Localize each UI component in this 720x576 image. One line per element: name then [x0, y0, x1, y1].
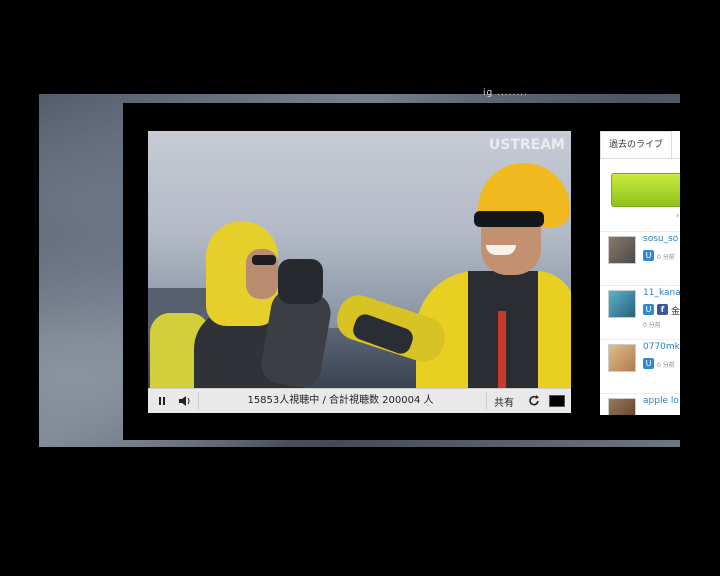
facebook-icon: f [657, 304, 668, 315]
user-name[interactable]: sosu_so [643, 234, 678, 244]
button-caption: › [676, 211, 680, 220]
sidebar: 過去のライブ › sosu_so U 0 分前 11_kana U f 金 0 … [600, 131, 680, 415]
ustream-badge-icon: U [643, 358, 654, 369]
tab-divider [600, 158, 680, 159]
avatar[interactable] [608, 236, 636, 264]
player-controls: 15853人視聴中 / 合計視聴数 200004 人 共有 [148, 388, 571, 413]
message-text: 金 [671, 307, 680, 317]
divider [486, 392, 487, 410]
list-item[interactable]: 11_kana U f 金 0 分前 [600, 285, 680, 340]
refresh-icon[interactable] [524, 389, 544, 413]
share-button[interactable]: 共有 [488, 389, 520, 413]
pause-icon[interactable] [152, 389, 172, 413]
ustream-watermark: USTREAM [488, 137, 565, 153]
user-name[interactable]: 11_kana [643, 288, 680, 298]
ustream-badge-icon: U [643, 304, 654, 315]
tab-past-live[interactable]: 過去のライブ [600, 131, 673, 159]
climber-right-strap [498, 311, 506, 388]
avatar[interactable] [608, 398, 636, 415]
list-item[interactable]: sosu_so U 0 分前 [600, 231, 680, 286]
post-time: 0 分前 [643, 322, 661, 329]
volume-icon[interactable] [174, 389, 196, 413]
header-text: ig ........ [483, 88, 528, 98]
list-item[interactable]: 0770mk U 0 分前 [600, 339, 680, 394]
climber-left-glove [278, 259, 323, 304]
avatar[interactable] [608, 290, 636, 318]
post-time: 0 分前 [657, 362, 675, 369]
green-action-button[interactable] [611, 173, 680, 207]
climber-left-glasses [252, 255, 276, 265]
avatar[interactable] [608, 344, 636, 372]
fullscreen-icon[interactable] [546, 389, 568, 413]
user-name[interactable]: apple lo [643, 396, 679, 406]
video-frame[interactable]: USTREAM [148, 131, 571, 388]
list-item[interactable]: apple lo [600, 393, 680, 415]
divider [198, 392, 199, 410]
user-name[interactable]: 0770mk [643, 342, 680, 352]
climber-right-goggles [474, 211, 544, 227]
post-time: 0 分前 [657, 254, 675, 261]
ustream-badge-icon: U [643, 250, 654, 261]
viewer-count: 15853人視聴中 / 合計視聴数 200004 人 [247, 395, 434, 406]
